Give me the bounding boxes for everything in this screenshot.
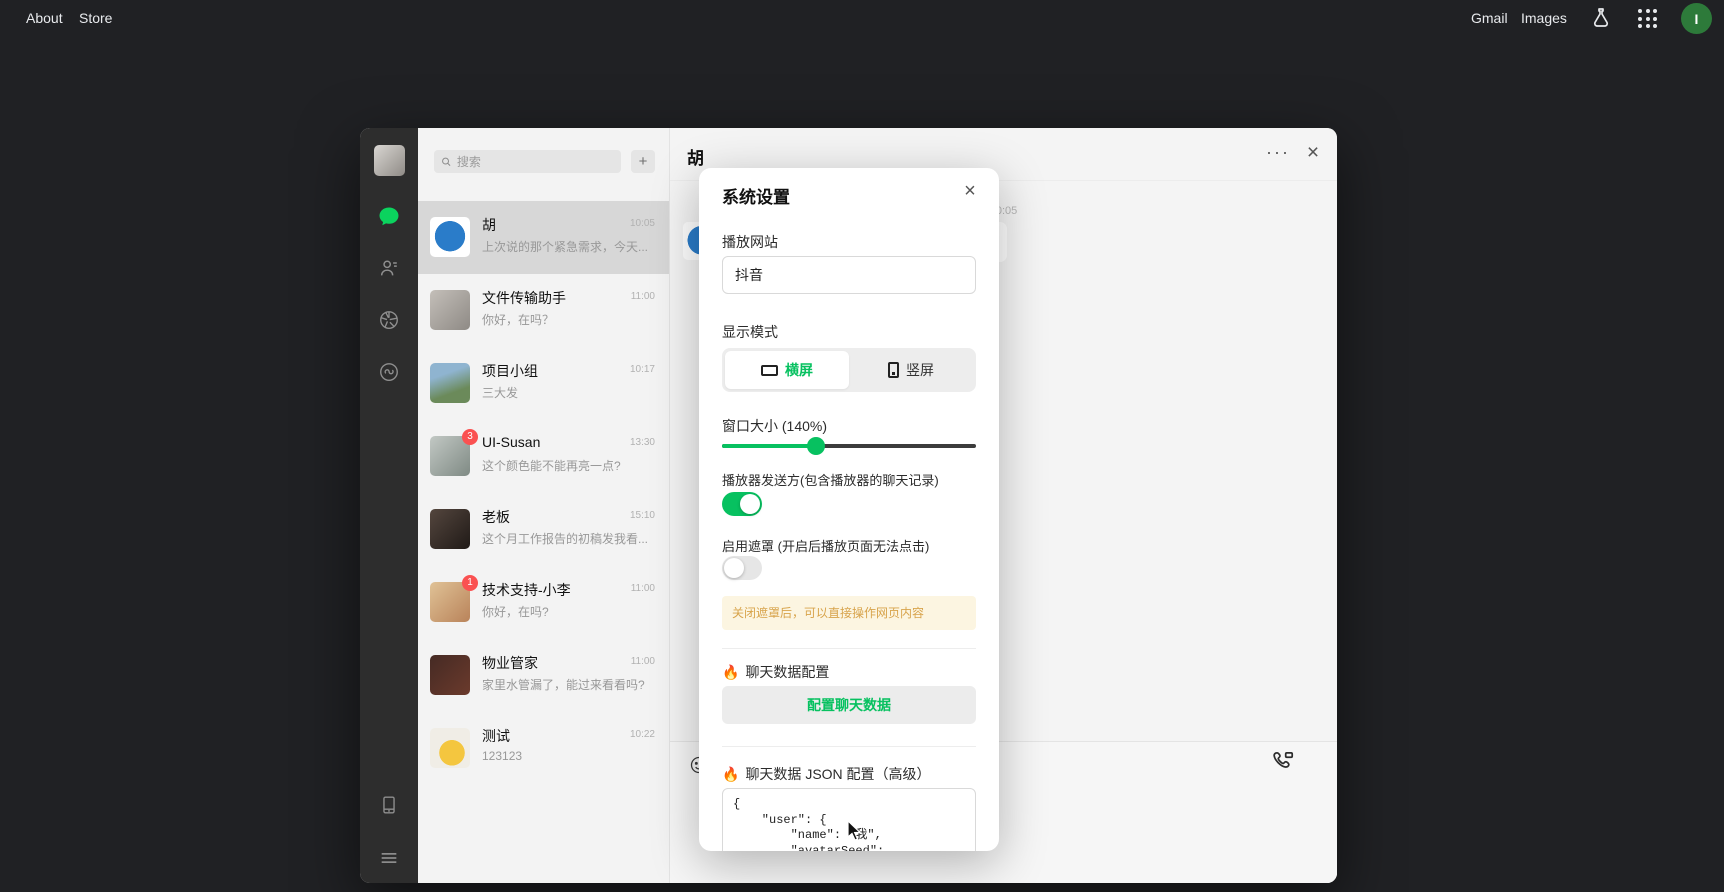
chat-avatar [430, 217, 470, 257]
chat-list-item[interactable]: 项目小组 10:17 三大发 [418, 347, 669, 420]
labs-flask-icon[interactable] [1589, 6, 1613, 30]
chat-avatar [430, 509, 470, 549]
chat-name: 测试 [482, 728, 510, 744]
sender-label: 播放器发送方(包含播放器的聊天记录) [722, 473, 939, 488]
fire-icon: 🔥 [722, 765, 740, 782]
portrait-icon [888, 362, 899, 378]
chat-preview: 你好，在吗？ [482, 313, 555, 327]
mouse-cursor [847, 819, 863, 847]
chat-name: 技术支持-小李 [482, 582, 571, 598]
fire-icon: 🔥 [722, 663, 740, 680]
landscape-label: 横屏 [785, 362, 813, 378]
chat-preview: 123123 [482, 749, 523, 763]
chat-avatar [430, 290, 470, 330]
window-size-label: 窗口大小 (140%) [722, 418, 828, 434]
search-icon [442, 157, 451, 166]
wechat-window: + 胡 10:05 上次说的那个紧急需求，今天... 文件传输助手 11:00 … [360, 128, 1337, 883]
json-config-label: 🔥 聊天数据 JSON 配置（高级） [722, 764, 931, 784]
chat-preview: 家里水管漏了，能过来看看吗? [482, 678, 645, 692]
mask-toggle[interactable] [722, 556, 762, 580]
moments-tab-icon[interactable] [377, 308, 401, 332]
landscape-option[interactable]: 横屏 [725, 351, 849, 389]
chat-preview: 这个颜色能不能再亮一点? [482, 459, 621, 473]
mobile-icon[interactable] [377, 793, 401, 817]
channels-tab-icon[interactable] [377, 360, 401, 384]
window-size-thumb[interactable] [806, 437, 825, 455]
divider [722, 746, 976, 747]
chat-name: 项目小组 [482, 363, 538, 379]
search-input[interactable] [456, 154, 614, 169]
chat-list: 胡 10:05 上次说的那个紧急需求，今天... 文件传输助手 11:00 你好… [418, 201, 669, 785]
chat-config-label: 🔥 聊天数据配置 [722, 662, 829, 682]
configure-chat-data-button[interactable]: 配置聊天数据 [722, 686, 976, 724]
account-avatar[interactable]: I [1681, 3, 1712, 34]
chat-time: 13:30 [629, 437, 655, 448]
chat-list-panel: + 胡 10:05 上次说的那个紧急需求，今天... 文件传输助手 11:00 … [418, 128, 670, 883]
settings-modal: 系统设置 × 播放网站 显示模式 横屏 竖屏 窗口大小 (140%) 播放器发送… [699, 168, 999, 851]
chat-list-item[interactable]: 1 技术支持-小李 11:00 你好，在吗? [418, 566, 669, 639]
modal-title: 系统设置 [722, 188, 790, 207]
chat-time: 10:22 [629, 729, 655, 740]
chat-name: 老板 [482, 509, 510, 525]
chat-avatar [430, 363, 470, 403]
landscape-icon [761, 364, 778, 376]
store-link[interactable]: Store [79, 10, 112, 26]
chat-list-item[interactable]: 3 UI-Susan 13:30 这个颜色能不能再亮一点? [418, 420, 669, 493]
chat-name: UI-Susan [482, 434, 541, 450]
about-link[interactable]: About [26, 10, 63, 26]
chat-avatar [430, 655, 470, 695]
gmail-link[interactable]: Gmail [1471, 10, 1508, 26]
apps-grid-icon[interactable] [1637, 8, 1659, 30]
chat-name: 胡 [482, 217, 496, 233]
chat-name: 文件传输助手 [482, 290, 566, 306]
modal-close-icon[interactable]: × [959, 180, 981, 203]
json-config-label-text: 聊天数据 JSON 配置（高级） [745, 766, 931, 782]
sender-toggle[interactable] [722, 492, 762, 516]
chat-config-label-text: 聊天数据配置 [745, 664, 830, 680]
chat-list-item[interactable]: 文件传输助手 11:00 你好，在吗？ [418, 274, 669, 347]
browser-topbar: About Store Gmail Images I [0, 0, 1724, 38]
images-link[interactable]: Images [1521, 10, 1567, 26]
chat-preview: 你好，在吗? [482, 605, 549, 619]
chat-avatar [430, 728, 470, 768]
site-label: 播放网站 [722, 234, 778, 250]
chat-name: 物业管家 [482, 655, 538, 671]
add-chat-button[interactable]: + [631, 150, 655, 173]
search-box[interactable] [434, 150, 621, 173]
chat-list-item[interactable]: 物业管家 11:00 家里水管漏了，能过来看看吗? [418, 639, 669, 712]
chat-time: 10:17 [629, 364, 655, 375]
chats-tab-icon[interactable] [377, 205, 401, 229]
chat-preview: 这个月工作报告的初稿发我看... [482, 532, 649, 546]
contacts-tab-icon[interactable] [377, 256, 401, 280]
chat-time: 15:10 [629, 510, 655, 521]
more-options-icon[interactable]: ··· [1266, 142, 1290, 163]
site-input[interactable] [722, 256, 976, 294]
portrait-label: 竖屏 [906, 362, 934, 378]
chat-list-item[interactable]: 测试 10:22 123123 [418, 712, 669, 785]
display-mode-segmented: 横屏 竖屏 [722, 348, 976, 392]
portrait-option[interactable]: 竖屏 [849, 351, 973, 389]
chat-time: 11:00 [630, 656, 655, 667]
mask-label: 启用遮罩 (开启后播放页面无法点击) [722, 539, 930, 554]
chat-time: 11:00 [630, 291, 655, 302]
chat-time: 11:00 [630, 583, 655, 594]
chat-time: 10:05 [629, 218, 655, 229]
chat-preview: 上次说的那个紧急需求，今天... [482, 240, 649, 254]
display-mode-label: 显示模式 [722, 324, 778, 340]
unread-badge: 3 [462, 429, 478, 445]
my-avatar[interactable] [374, 145, 405, 176]
chat-preview: 三大发 [482, 386, 519, 400]
divider [722, 648, 976, 649]
window-size-slider[interactable] [722, 436, 976, 456]
chat-list-item[interactable]: 胡 10:05 上次说的那个紧急需求，今天... [418, 201, 669, 274]
chat-title: 胡 [687, 149, 704, 168]
menu-hamburger-icon[interactable] [377, 846, 401, 870]
window-close-icon[interactable]: × [1301, 141, 1325, 165]
mask-warning-banner: 关闭遮罩后，可以直接操作网页内容 [722, 596, 976, 630]
chat-list-item[interactable]: 老板 15:10 这个月工作报告的初稿发我看... [418, 493, 669, 566]
video-call-icon[interactable] [1270, 748, 1297, 775]
unread-badge: 1 [462, 575, 478, 591]
nav-rail [360, 128, 418, 883]
window-size-fill [722, 444, 816, 448]
